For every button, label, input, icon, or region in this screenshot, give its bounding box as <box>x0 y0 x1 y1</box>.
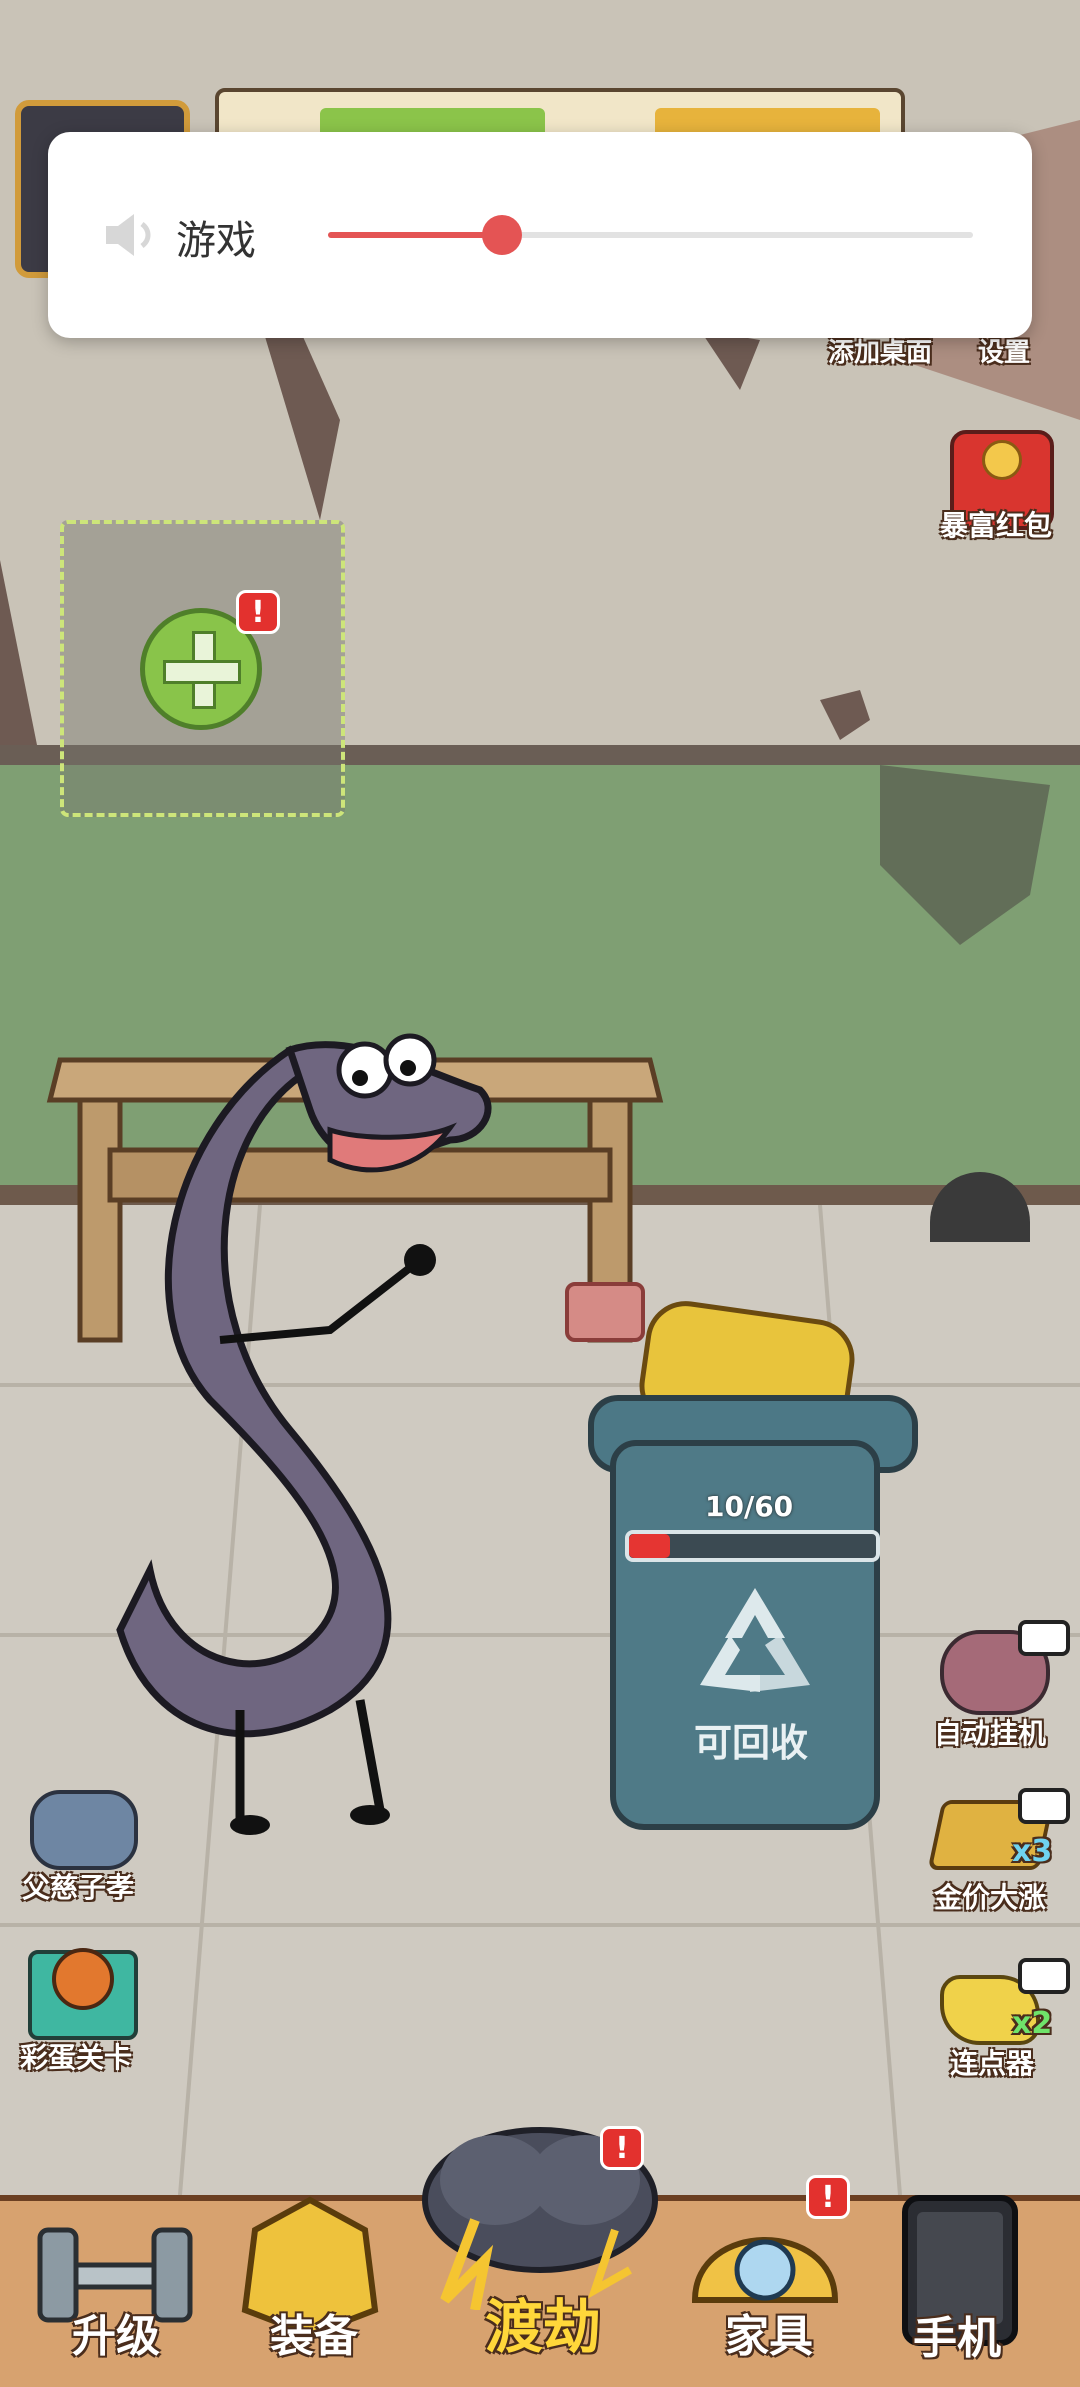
nav-upgrade[interactable]: 升级 <box>30 2190 200 2380</box>
volume-slider-thumb[interactable] <box>482 215 522 255</box>
gold-multiplier: x3 <box>1012 1834 1053 1869</box>
recycle-icon <box>700 1588 810 1692</box>
red-packet-coin <box>982 440 1022 480</box>
basketball <box>52 1948 114 2010</box>
eel-character[interactable] <box>90 1010 520 1840</box>
easter-egg-label: 彩蛋关卡 <box>20 2041 133 2074</box>
family-label: 父慈子孝 <box>22 1871 135 1904</box>
red-packet-label: 暴富红包 <box>940 509 1053 542</box>
gold-surge-label: 金价大涨 <box>934 1881 1047 1914</box>
nav-upgrade-label: 升级 <box>72 2311 160 2362</box>
bin-label: 可回收 <box>694 1721 809 1765</box>
speaker-icon[interactable] <box>102 210 158 260</box>
clicker-multiplier: x2 <box>1012 2006 1053 2041</box>
tribulation-alert: ! <box>600 2126 644 2170</box>
volume-slider-fill <box>328 232 502 238</box>
bin-progress-fill <box>629 1534 670 1558</box>
nav-equipment-label: 装备 <box>270 2311 358 2362</box>
nav-phone-label: 手机 <box>913 2313 1001 2364</box>
clicker-label: 连点器 <box>950 2047 1035 2080</box>
volume-label: 游戏 <box>176 218 256 264</box>
bin-count: 10/60 <box>705 1490 794 1523</box>
nav-tribulation-label: 渡劫 <box>485 2293 602 2361</box>
video-icon <box>1018 1788 1070 1824</box>
furniture-alert: ! <box>806 2175 850 2219</box>
nav-furniture-label: 家具 <box>725 2311 813 2362</box>
video-icon <box>1018 1620 1070 1656</box>
video-icon <box>1018 1958 1070 1994</box>
nav-phone[interactable]: 手机 <box>875 2190 1045 2380</box>
family-icon[interactable] <box>30 1790 138 1870</box>
game-scene: 10/60 可回收 ! 添加桌面 设置 暴富红包 自动挂机 x3 金价大涨 x2… <box>0 0 1080 2387</box>
auto-idle-label: 自动挂机 <box>934 1717 1047 1750</box>
nav-equipment[interactable]: 装备 <box>225 2190 395 2380</box>
alert-badge: ! <box>236 590 280 634</box>
small-red-box <box>565 1282 645 1342</box>
